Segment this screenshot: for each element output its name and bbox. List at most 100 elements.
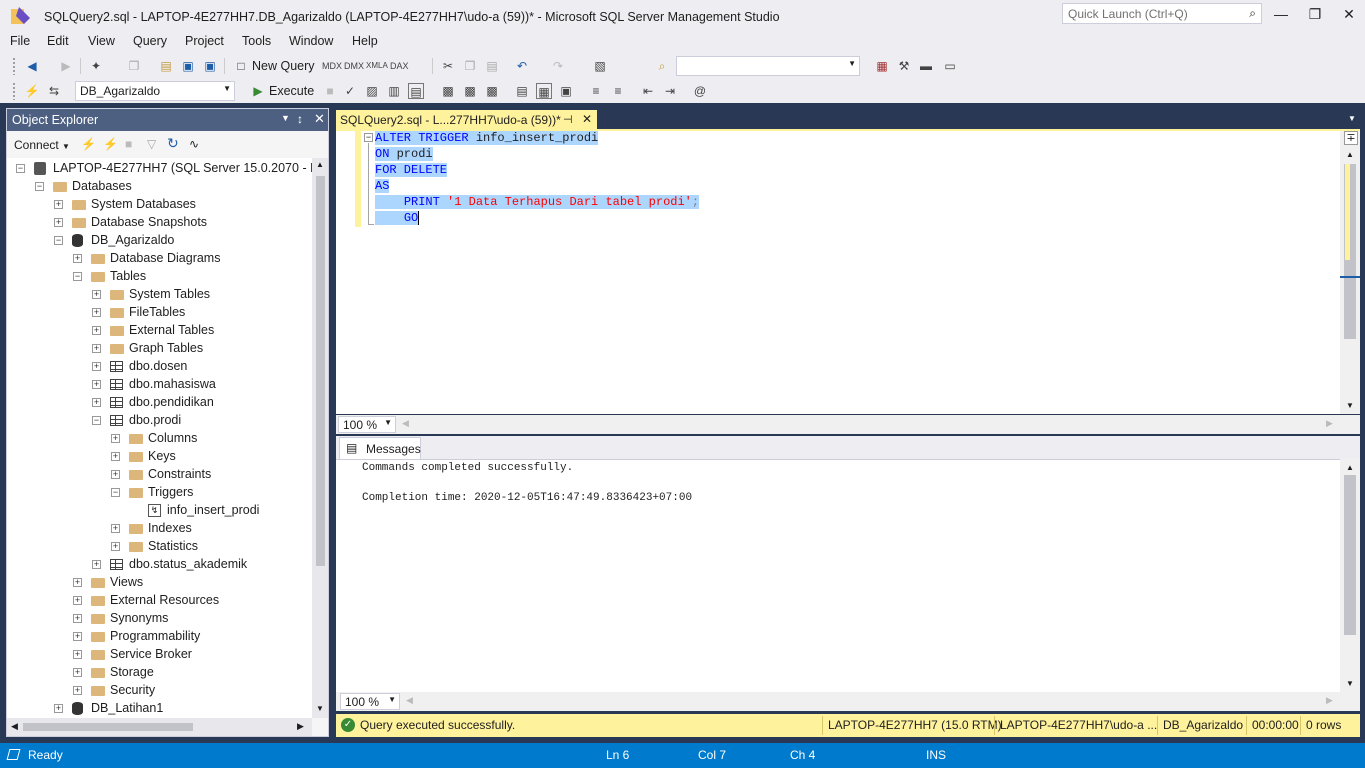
scroll-down-icon[interactable]: ▼: [1346, 679, 1354, 688]
tree-node[interactable]: + Security: [7, 682, 312, 700]
new-project-icon[interactable]: ✦: [88, 58, 104, 74]
save-all-icon[interactable]: ▣: [202, 58, 218, 74]
tree-node[interactable]: + dbo.dosen: [7, 358, 312, 376]
filter-icon[interactable]: ▽: [147, 137, 156, 151]
expand-icon[interactable]: +: [92, 362, 101, 371]
scroll-right-icon[interactable]: ▶: [1326, 418, 1333, 429]
results-to-grid-icon[interactable]: ▦: [536, 83, 552, 99]
tree-node[interactable]: ↯ info_insert_prodi: [7, 502, 312, 520]
expand-icon[interactable]: +: [54, 218, 63, 227]
tree-node[interactable]: + Constraints: [7, 466, 312, 484]
add-item-icon[interactable]: ❐: [126, 58, 142, 74]
tree-node[interactable]: + dbo.mahasiswa: [7, 376, 312, 394]
display-plan-icon[interactable]: ▨: [364, 83, 380, 99]
expand-icon[interactable]: +: [92, 344, 101, 353]
properties-icon[interactable]: ⚒: [896, 58, 912, 74]
parse-icon[interactable]: ✓: [342, 83, 358, 99]
open-file-icon[interactable]: ▤: [158, 58, 174, 74]
back-icon[interactable]: ◀: [24, 58, 40, 74]
tree-vertical-scrollbar[interactable]: ▲ ▼: [312, 158, 328, 718]
tree-node[interactable]: + dbo.pendidikan: [7, 394, 312, 412]
menu-view[interactable]: View: [88, 34, 115, 48]
tree-node[interactable]: + dbo.status_akademik: [7, 556, 312, 574]
close-icon[interactable]: ✕: [1332, 5, 1365, 25]
scroll-down-icon[interactable]: ▼: [316, 704, 324, 713]
undo-icon[interactable]: ↶: [514, 58, 530, 74]
disconnect-icon[interactable]: ⚡: [103, 137, 118, 151]
toolbox-icon[interactable]: ▬: [918, 58, 934, 74]
tree-node[interactable]: + Synonyms: [7, 610, 312, 628]
expand-icon[interactable]: +: [92, 398, 101, 407]
live-stats-icon[interactable]: ▩: [462, 83, 478, 99]
results-zoom-select[interactable]: 100 % ▼: [340, 693, 400, 710]
menu-edit[interactable]: Edit: [47, 34, 69, 48]
expand-icon[interactable]: +: [73, 596, 82, 605]
expand-icon[interactable]: +: [73, 632, 82, 641]
scroll-thumb[interactable]: [23, 723, 193, 731]
tree-node[interactable]: + Keys: [7, 448, 312, 466]
tree-node[interactable]: + FileTables: [7, 304, 312, 322]
tree-node[interactable]: + Database Diagrams: [7, 250, 312, 268]
query-editor[interactable]: [336, 131, 1360, 414]
tab-overflow-icon[interactable]: ▼: [1348, 114, 1356, 123]
tab-messages[interactable]: ▤ Messages: [339, 437, 421, 460]
expand-icon[interactable]: +: [92, 290, 101, 299]
tree-node[interactable]: + Views: [7, 574, 312, 592]
include-plan-icon[interactable]: ▩: [440, 83, 456, 99]
messages-pane[interactable]: Commands completed successfully. Complet…: [336, 459, 1340, 692]
refresh-icon[interactable]: ↻: [167, 135, 179, 152]
tree-node[interactable]: − dbo.prodi: [7, 412, 312, 430]
menu-tools[interactable]: Tools: [242, 34, 271, 48]
collapse-icon[interactable]: −: [73, 272, 82, 281]
collapse-icon[interactable]: −: [92, 416, 101, 425]
minimize-icon[interactable]: —: [1264, 5, 1298, 25]
paste-icon[interactable]: ▤: [484, 58, 500, 74]
client-stats-icon[interactable]: ▩: [484, 83, 500, 99]
forward-icon[interactable]: ▶: [58, 58, 74, 74]
cut-icon[interactable]: ✂: [440, 58, 456, 74]
results-to-file-icon[interactable]: ▤: [514, 83, 530, 99]
expand-icon[interactable]: +: [111, 470, 120, 479]
tree-node[interactable]: + System Databases: [7, 196, 312, 214]
expand-icon[interactable]: +: [73, 614, 82, 623]
tree-node[interactable]: + System Tables: [7, 286, 312, 304]
results-to-disk-icon[interactable]: ▣: [558, 83, 574, 99]
menu-project[interactable]: Project: [185, 34, 224, 48]
scroll-thumb[interactable]: [1344, 475, 1356, 635]
change-connection-icon[interactable]: ⇆: [46, 83, 62, 99]
tree-node[interactable]: + Storage: [7, 664, 312, 682]
tree-node[interactable]: − Triggers: [7, 484, 312, 502]
collapse-icon[interactable]: −: [35, 182, 44, 191]
scroll-left-icon[interactable]: ◀: [406, 695, 413, 706]
expand-icon[interactable]: +: [92, 308, 101, 317]
scroll-down-icon[interactable]: ▼: [1346, 401, 1354, 410]
tree-horizontal-scrollbar[interactable]: ◀ ▶: [7, 718, 312, 736]
solution-explorer-icon[interactable]: ▦: [874, 58, 890, 74]
expand-icon[interactable]: +: [73, 686, 82, 695]
tree-node[interactable]: + External Tables: [7, 322, 312, 340]
activity-icon[interactable]: ∿: [189, 137, 199, 151]
pin-icon[interactable]: ↕: [297, 112, 303, 126]
scroll-right-icon[interactable]: ▶: [297, 721, 304, 732]
restore-icon[interactable]: ❐: [1298, 5, 1332, 25]
close-icon[interactable]: ✕: [314, 111, 325, 127]
close-icon[interactable]: ✕: [582, 112, 592, 126]
comment-icon[interactable]: ≡: [588, 83, 604, 99]
uncomment-icon[interactable]: ≡: [610, 83, 626, 99]
scroll-left-icon[interactable]: ◀: [402, 418, 409, 429]
tree-node[interactable]: + Programmability: [7, 628, 312, 646]
toolbar-grip[interactable]: [12, 82, 16, 100]
expand-icon[interactable]: +: [73, 668, 82, 677]
expand-icon[interactable]: +: [54, 200, 63, 209]
menu-window[interactable]: Window: [289, 34, 333, 48]
menu-file[interactable]: File: [10, 34, 30, 48]
redo-icon[interactable]: ↷: [550, 58, 566, 74]
expand-icon[interactable]: +: [73, 254, 82, 263]
tree-node[interactable]: + Graph Tables: [7, 340, 312, 358]
expand-icon[interactable]: +: [92, 326, 101, 335]
tree-node[interactable]: − Databases: [7, 178, 312, 196]
quick-launch-input[interactable]: Quick Launch (Ctrl+Q) ⌕: [1062, 3, 1262, 24]
expand-icon[interactable]: +: [111, 434, 120, 443]
decrease-indent-icon[interactable]: ⇤: [640, 83, 656, 99]
expand-icon[interactable]: +: [73, 650, 82, 659]
